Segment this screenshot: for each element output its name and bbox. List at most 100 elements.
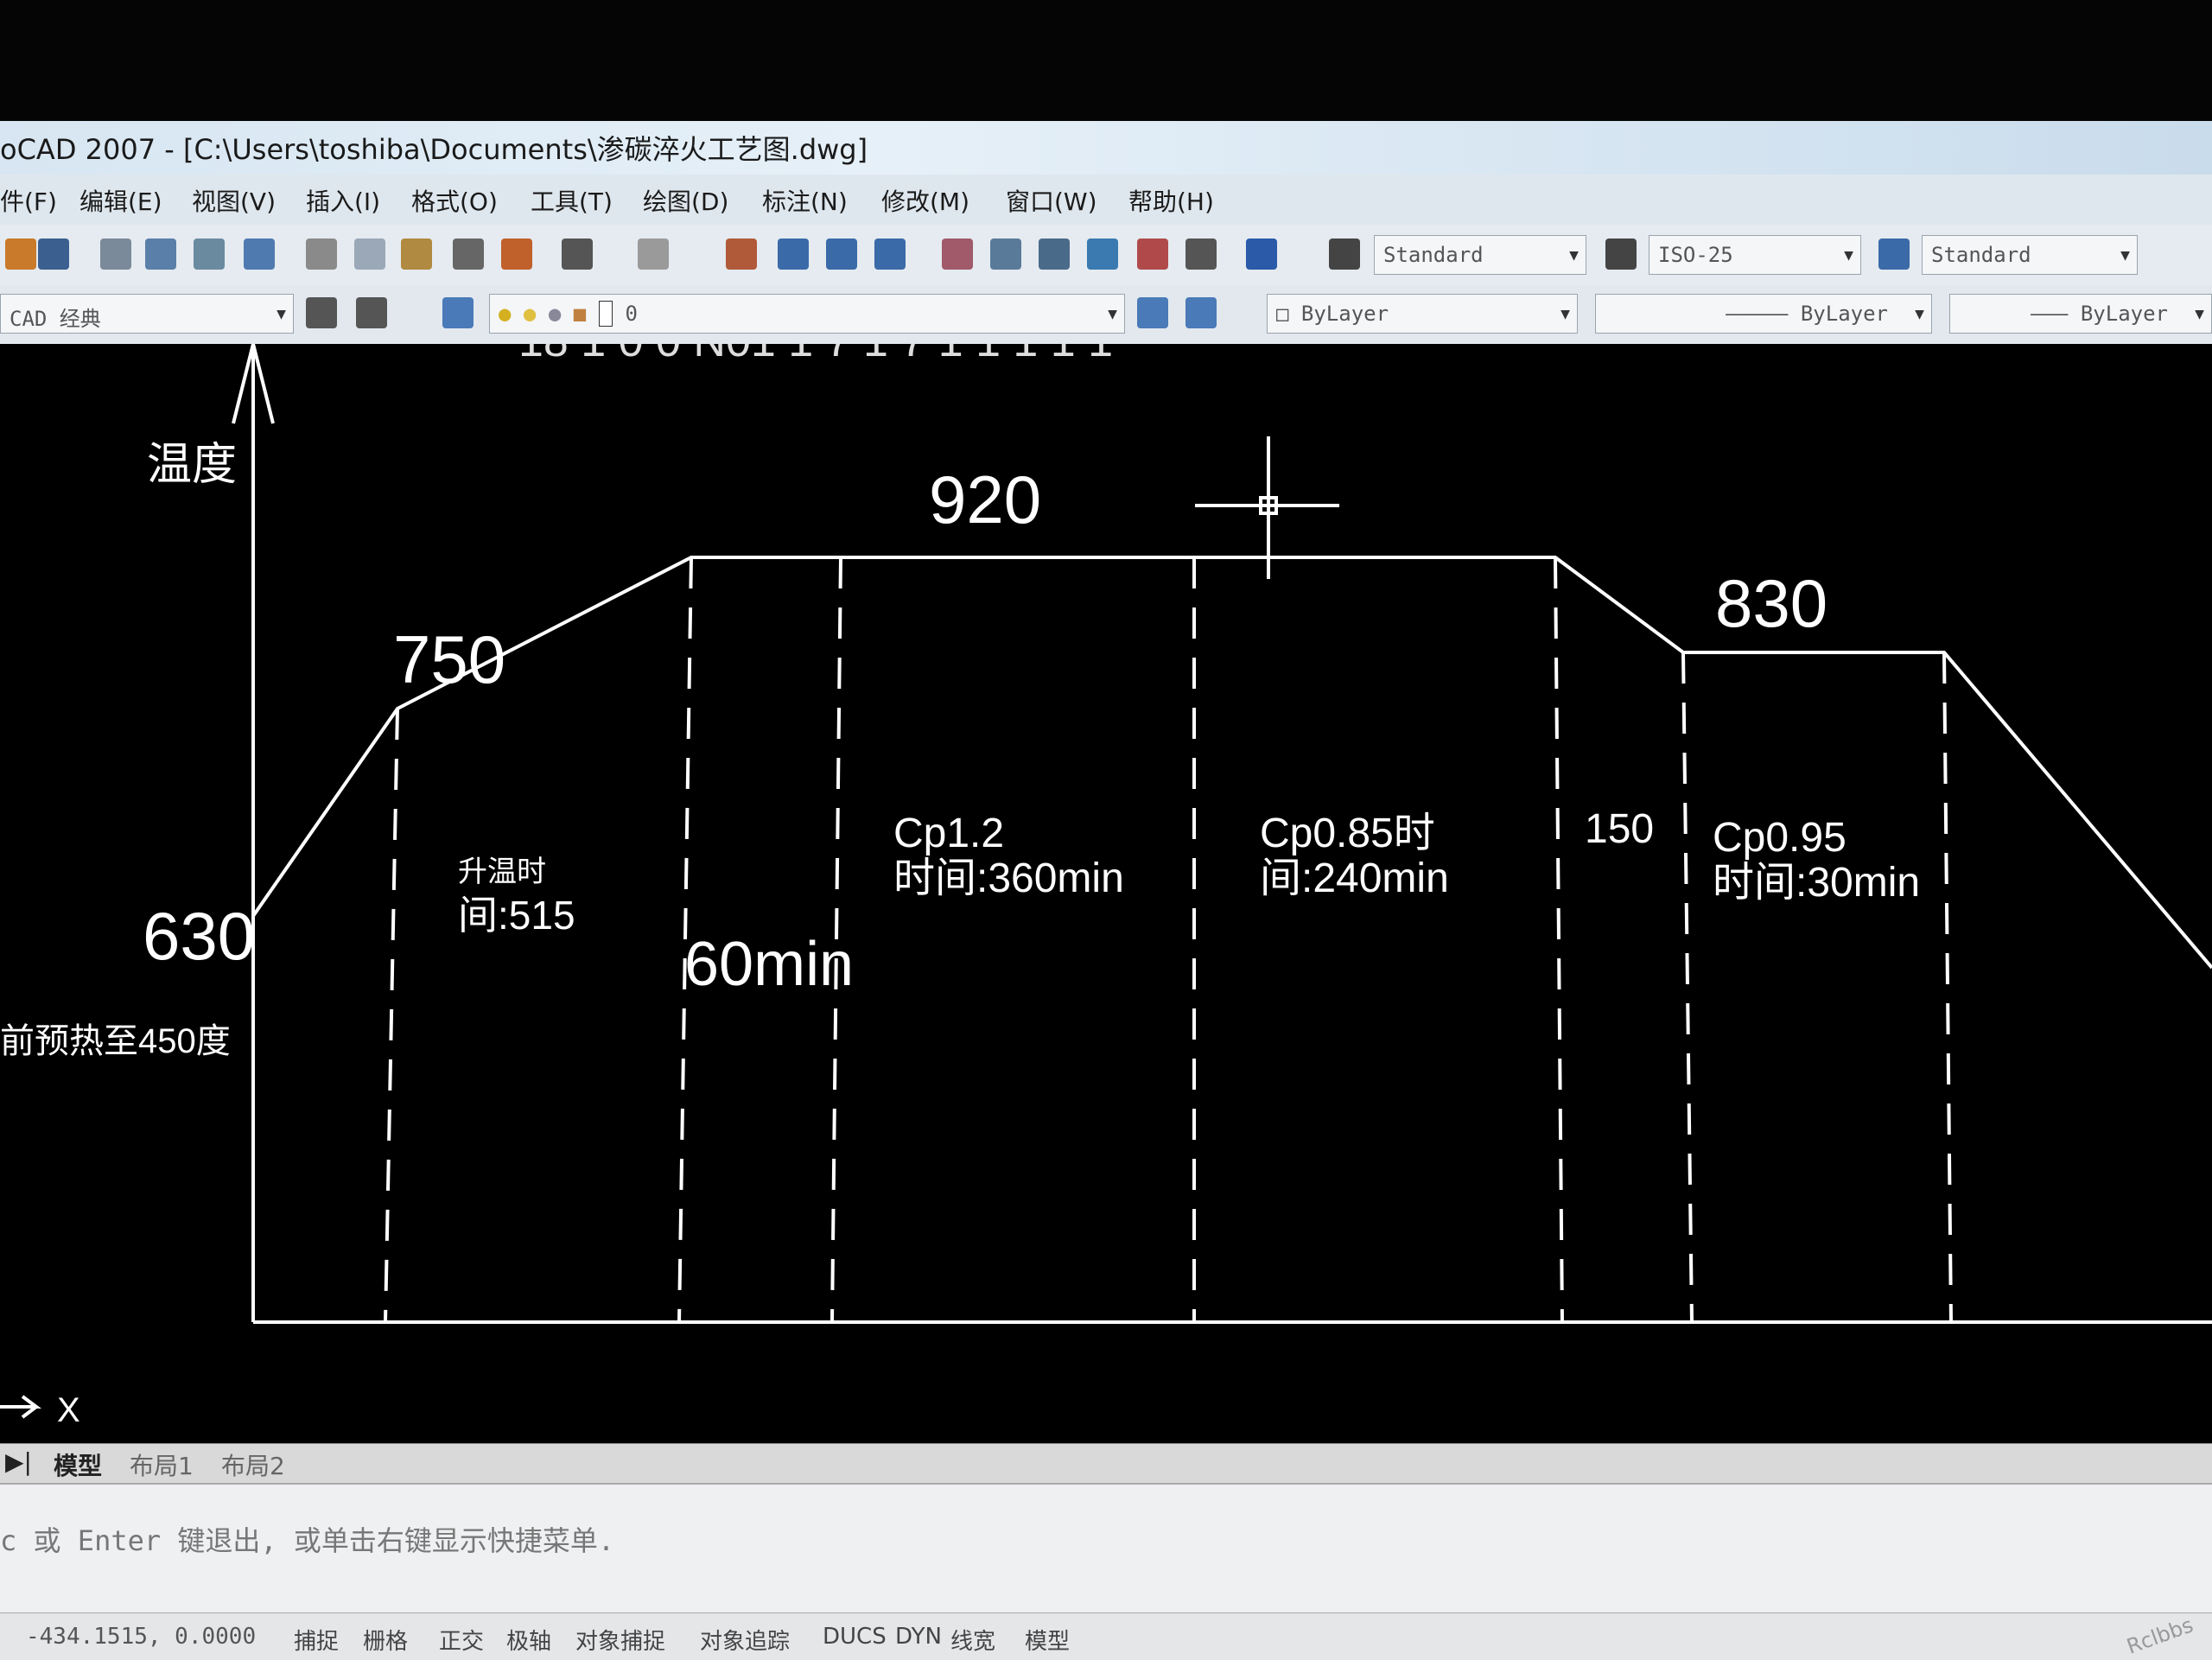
command-line[interactable]: c 或 Enter 键退出, 或单击右键显示快捷菜单. [0, 1483, 2212, 1614]
divider-7 [1942, 652, 1953, 1323]
layer-manager-icon[interactable] [442, 297, 474, 328]
osnap-toggle[interactable]: 对象捕捉 [575, 1624, 665, 1656]
zone4-cp-label: Cp0.85时 [1260, 811, 1435, 856]
drawing-title-fragment: 18 1 0 0 N01 1 7 1 7 1 1 1 1 1 [518, 344, 1113, 366]
layer-select[interactable]: ● ● ● ■ 0 ▼ [489, 294, 1125, 334]
menu-format[interactable]: 格式(O) [411, 183, 498, 218]
tab-model[interactable]: 模型 [54, 1447, 102, 1482]
tool-palettes-icon[interactable] [1039, 239, 1070, 270]
menu-help[interactable]: 帮助(H) [1128, 183, 1214, 218]
chevron-down-icon: ▼ [1569, 246, 1579, 264]
menu-draw[interactable]: 绘图(D) [643, 183, 728, 218]
coordinates-readout: -434.1515, 0.0000 [26, 1624, 257, 1650]
menu-insert[interactable]: 插入(I) [306, 183, 380, 218]
menu-dimension[interactable]: 标注(N) [762, 183, 848, 218]
print-icon[interactable] [100, 239, 131, 270]
ucs-x-label: X [57, 1391, 80, 1429]
publish-icon[interactable] [194, 239, 225, 270]
menu-window[interactable]: 窗口(W) [1006, 183, 1097, 218]
lineweight-select[interactable]: ——— ByLayer ▼ [1949, 294, 2212, 334]
save-workspace-icon[interactable] [356, 297, 387, 328]
layer-previous-icon[interactable] [1185, 297, 1217, 328]
menu-tools[interactable]: 工具(T) [531, 183, 613, 218]
workspace-select[interactable]: CAD 经典 ▼ [0, 294, 294, 334]
watermark: Rclbbs [2124, 1612, 2197, 1659]
brush-icon[interactable] [501, 239, 532, 270]
otrack-toggle[interactable]: 对象追踪 [700, 1624, 790, 1656]
paste-icon[interactable] [401, 239, 432, 270]
text-style-value: Standard [1383, 243, 1484, 267]
zoom-realtime-icon[interactable] [778, 239, 809, 270]
dyn-toggle[interactable]: DYN [895, 1624, 942, 1650]
polar-toggle[interactable]: 极轴 [506, 1624, 551, 1656]
sheet-set-icon[interactable] [1087, 239, 1118, 270]
linetype-sample: ————— [1726, 302, 1801, 326]
divider-5 [1554, 557, 1564, 1323]
zone-dividers [384, 557, 1953, 1323]
temp-830-label: 830 [1715, 565, 1827, 641]
ducs-toggle[interactable]: DUCS [823, 1624, 887, 1650]
preheat-note: 前预热至450度 [0, 1022, 231, 1060]
linetype-select[interactable]: ————— ByLayer ▼ [1595, 294, 1932, 334]
screen: oCAD 2007 - [C:\Users\toshiba\Documents\… [0, 0, 2212, 1660]
standard-toolbar: Standard ▼ ISO-25 ▼ Standard ▼ [0, 225, 2212, 286]
table-style-select[interactable]: Standard ▼ [1922, 235, 2138, 275]
color-select[interactable]: □ ByLayer ▼ [1267, 294, 1578, 334]
lineweight-toggle[interactable]: 线宽 [950, 1624, 995, 1656]
markup-icon[interactable] [1137, 239, 1168, 270]
copy-icon[interactable] [354, 239, 385, 270]
lock-icon: ● [548, 302, 562, 326]
title-bar: oCAD 2007 - [C:\Users\toshiba\Documents\… [0, 121, 2212, 175]
chevron-down-icon: ▼ [1915, 305, 1924, 323]
help-icon[interactable] [1246, 239, 1277, 270]
plot-icon[interactable] [244, 239, 275, 270]
window-title: oCAD 2007 - [C:\Users\toshiba\Documents\… [0, 133, 868, 166]
tab-layout2[interactable]: 布局2 [221, 1447, 285, 1482]
menu-file[interactable]: 件(F) [0, 183, 57, 218]
make-current-layer-icon[interactable] [1137, 297, 1168, 328]
lightbulb-icon: ● [499, 302, 512, 326]
preview-icon[interactable] [145, 239, 176, 270]
menu-bar: 件(F) 编辑(E) 视图(V) 插入(I) 格式(O) 工具(T) 绘图(D)… [0, 175, 2212, 226]
menu-edit[interactable]: 编辑(E) [79, 183, 162, 218]
tab-nav-arrows[interactable]: ▶| [5, 1447, 32, 1476]
zoom-window-icon[interactable] [826, 239, 857, 270]
zone6-cp-label: Cp0.95 [1713, 815, 1847, 861]
undo-icon[interactable] [562, 239, 593, 270]
redo-icon[interactable] [638, 239, 669, 270]
ortho-toggle[interactable]: 正交 [439, 1624, 484, 1656]
zone6-time-label: 时间:30min [1713, 860, 1920, 906]
drawing-area[interactable]: 18 1 0 0 N01 1 7 1 7 1 1 1 1 1 温度 920 75… [0, 316, 2212, 1450]
properties-icon[interactable] [942, 239, 973, 270]
layer-color-icon [598, 301, 613, 327]
zoom-previous-icon[interactable] [874, 239, 906, 270]
status-bar: -434.1515, 0.0000 捕捉 栅格 正交 极轴 对象捕捉 对象追踪 … [0, 1612, 2212, 1660]
model-toggle[interactable]: 模型 [1025, 1624, 1070, 1656]
calculator-icon[interactable] [1185, 239, 1217, 270]
dim-style-select[interactable]: ISO-25 ▼ [1649, 235, 1861, 275]
divider-6 [1681, 652, 1694, 1323]
chevron-down-icon: ▼ [2195, 305, 2204, 323]
workspace-settings-icon[interactable] [306, 297, 337, 328]
ucs-icon [0, 1395, 41, 1419]
menu-view[interactable]: 视图(V) [192, 183, 276, 218]
grid-toggle[interactable]: 栅格 [363, 1624, 408, 1656]
text-style-select[interactable]: Standard ▼ [1374, 235, 1586, 275]
open-icon[interactable] [5, 239, 36, 270]
drawing-canvas: 18 1 0 0 N01 1 7 1 7 1 1 1 1 1 温度 920 75… [0, 316, 2212, 1429]
table-style-value: Standard [1931, 243, 2031, 267]
tab-layout1[interactable]: 布局1 [130, 1447, 194, 1482]
text-style-icon [1329, 239, 1360, 270]
design-center-icon[interactable] [990, 239, 1021, 270]
color-value: ByLayer [1300, 302, 1389, 326]
menu-modify[interactable]: 修改(M) [881, 183, 969, 218]
lineweight-value: ByLayer [2080, 302, 2168, 326]
zone2-time-label: 60min [684, 930, 854, 999]
layers-toolbar: CAD 经典 ▼ ● ● ● ■ 0 ▼ □ ByLayer ▼ ————— ByL… [0, 285, 2212, 346]
snap-toggle[interactable]: 捕捉 [294, 1624, 339, 1656]
cut-icon[interactable] [306, 239, 337, 270]
pan-icon[interactable] [726, 239, 757, 270]
table-style-icon [1878, 239, 1910, 270]
match-icon[interactable] [453, 239, 484, 270]
save-icon[interactable] [38, 239, 69, 270]
